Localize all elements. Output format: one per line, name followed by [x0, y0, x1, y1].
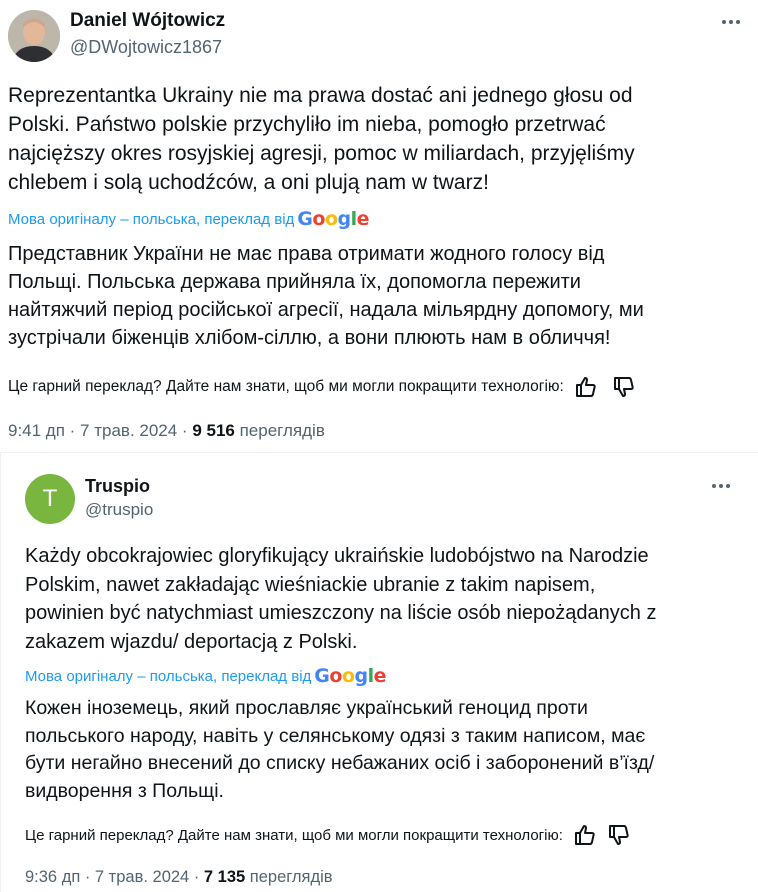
author-name[interactable]: Truspio [85, 476, 150, 497]
author-handle[interactable]: @truspio [85, 500, 153, 520]
translated-text: Кожен іноземець, який прославляє українс… [25, 697, 655, 802]
author-avatar[interactable] [8, 10, 60, 62]
author-avatar[interactable]: T [25, 474, 75, 524]
feedback-question: Це гарний переклад? Дайте нам знати, щоб… [8, 378, 564, 395]
more-options-button[interactable] [716, 12, 746, 32]
views-label: переглядів [245, 868, 333, 886]
translation-feedback: Це гарний переклад? Дайте нам знати, щоб… [25, 823, 631, 847]
more-dots-icon [712, 484, 716, 488]
more-dots-icon [722, 20, 726, 24]
avatar-letter: T [42, 485, 58, 512]
translation-feedback: Це гарний переклад? Дайте нам знати, щоб… [8, 375, 636, 399]
tweet-quoted[interactable]: T Truspio @truspio Każdy obcokrajowiec g… [0, 452, 758, 892]
google-logo: Google [297, 208, 370, 230]
translated-text: Представник України не має права отримат… [8, 243, 644, 349]
view-count: 7 135 [203, 868, 246, 886]
translation-source-link[interactable]: Мова оригіналу – польська, переклад від … [8, 208, 370, 230]
google-logo: Google [314, 665, 387, 687]
tweet-meta: 9:41 дп · 7 трав. 2024 · 9 516 перегляді… [8, 421, 325, 441]
tweet-timestamp[interactable]: 9:36 дп · 7 трав. 2024 · [25, 868, 204, 886]
thumbs-up-icon[interactable] [574, 375, 598, 399]
translation-note[interactable]: Мова оригіналу – польська, переклад від [8, 211, 294, 228]
tweet-main: Daniel Wójtowicz @DWojtowicz1867 Repreze… [0, 0, 758, 452]
tweet-text: Reprezentantka Ukrainy nie ma prawa dost… [8, 84, 635, 194]
translation-note[interactable]: Мова оригіналу – польська, переклад від [25, 668, 311, 685]
tweet-text: Każdy obcokrajowiec gloryfikujący ukraiń… [25, 545, 657, 653]
thumbs-down-icon[interactable] [612, 375, 636, 399]
translation-source-link[interactable]: Мова оригіналу – польська, переклад від … [25, 665, 387, 687]
author-handle[interactable]: @DWojtowicz1867 [70, 37, 222, 58]
tweet-meta: 9:36 дп · 7 трав. 2024 · 7 135 перегляді… [25, 868, 333, 887]
views-label: переглядів [234, 421, 325, 440]
thumbs-down-icon[interactable] [607, 823, 631, 847]
view-count: 9 516 [192, 421, 235, 440]
feedback-question: Це гарний переклад? Дайте нам знати, щоб… [25, 826, 563, 844]
tweet-timestamp[interactable]: 9:41 дп · 7 трав. 2024 · [8, 421, 192, 440]
thumbs-up-icon[interactable] [573, 823, 597, 847]
author-name[interactable]: Daniel Wójtowicz [70, 10, 225, 32]
more-options-button[interactable] [706, 476, 736, 496]
